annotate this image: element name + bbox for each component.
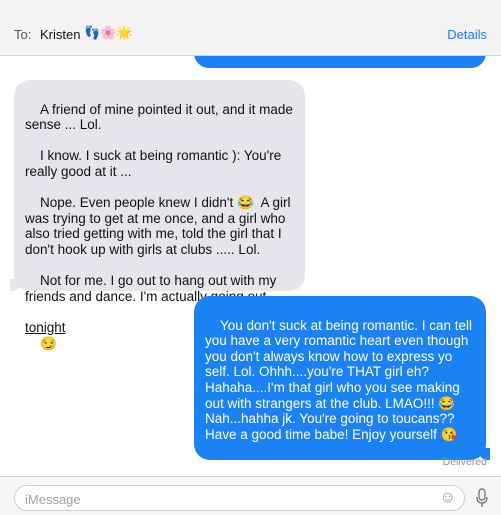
conversation-header: To: Kristen 👣🌸🌟 Details xyxy=(0,0,501,56)
bubble-tail xyxy=(10,279,22,291)
details-button[interactable]: Details xyxy=(447,27,487,42)
message-line: I know. I suck at being romantic ): You'… xyxy=(25,148,285,179)
message-bubble-received[interactable]: A friend of mine pointed it out, and it … xyxy=(10,80,305,351)
composer-bar: ☺ xyxy=(0,476,501,515)
tonight-link[interactable]: tonight xyxy=(25,320,66,335)
message-line: A friend of mine pointed it out, and it … xyxy=(25,101,297,133)
message-line: Nope. Even people knew I didn't 😂 A girl… xyxy=(25,195,295,257)
smirk-emoji: 😏 xyxy=(40,335,57,351)
message-bubble-sent[interactable]: You don't suck at being romantic. I can … xyxy=(194,296,490,460)
message-text: You don't suck at being romantic. I can … xyxy=(205,317,476,442)
message-bubble-sent[interactable]: was for! xyxy=(194,56,486,82)
recipient-name[interactable]: Kristen xyxy=(40,27,80,42)
emoji-picker-icon[interactable]: ☺ xyxy=(440,489,456,507)
delivery-status: Delivered xyxy=(442,456,487,468)
message-thread[interactable]: was for! A friend of mine pointed it out… xyxy=(0,56,501,476)
microphone-icon[interactable] xyxy=(475,488,489,508)
recipient-emoji: 👣🌸🌟 xyxy=(84,25,133,40)
message-input-container[interactable]: ☺ xyxy=(14,485,465,511)
message-input[interactable] xyxy=(25,490,425,508)
to-label: To: xyxy=(14,27,32,42)
